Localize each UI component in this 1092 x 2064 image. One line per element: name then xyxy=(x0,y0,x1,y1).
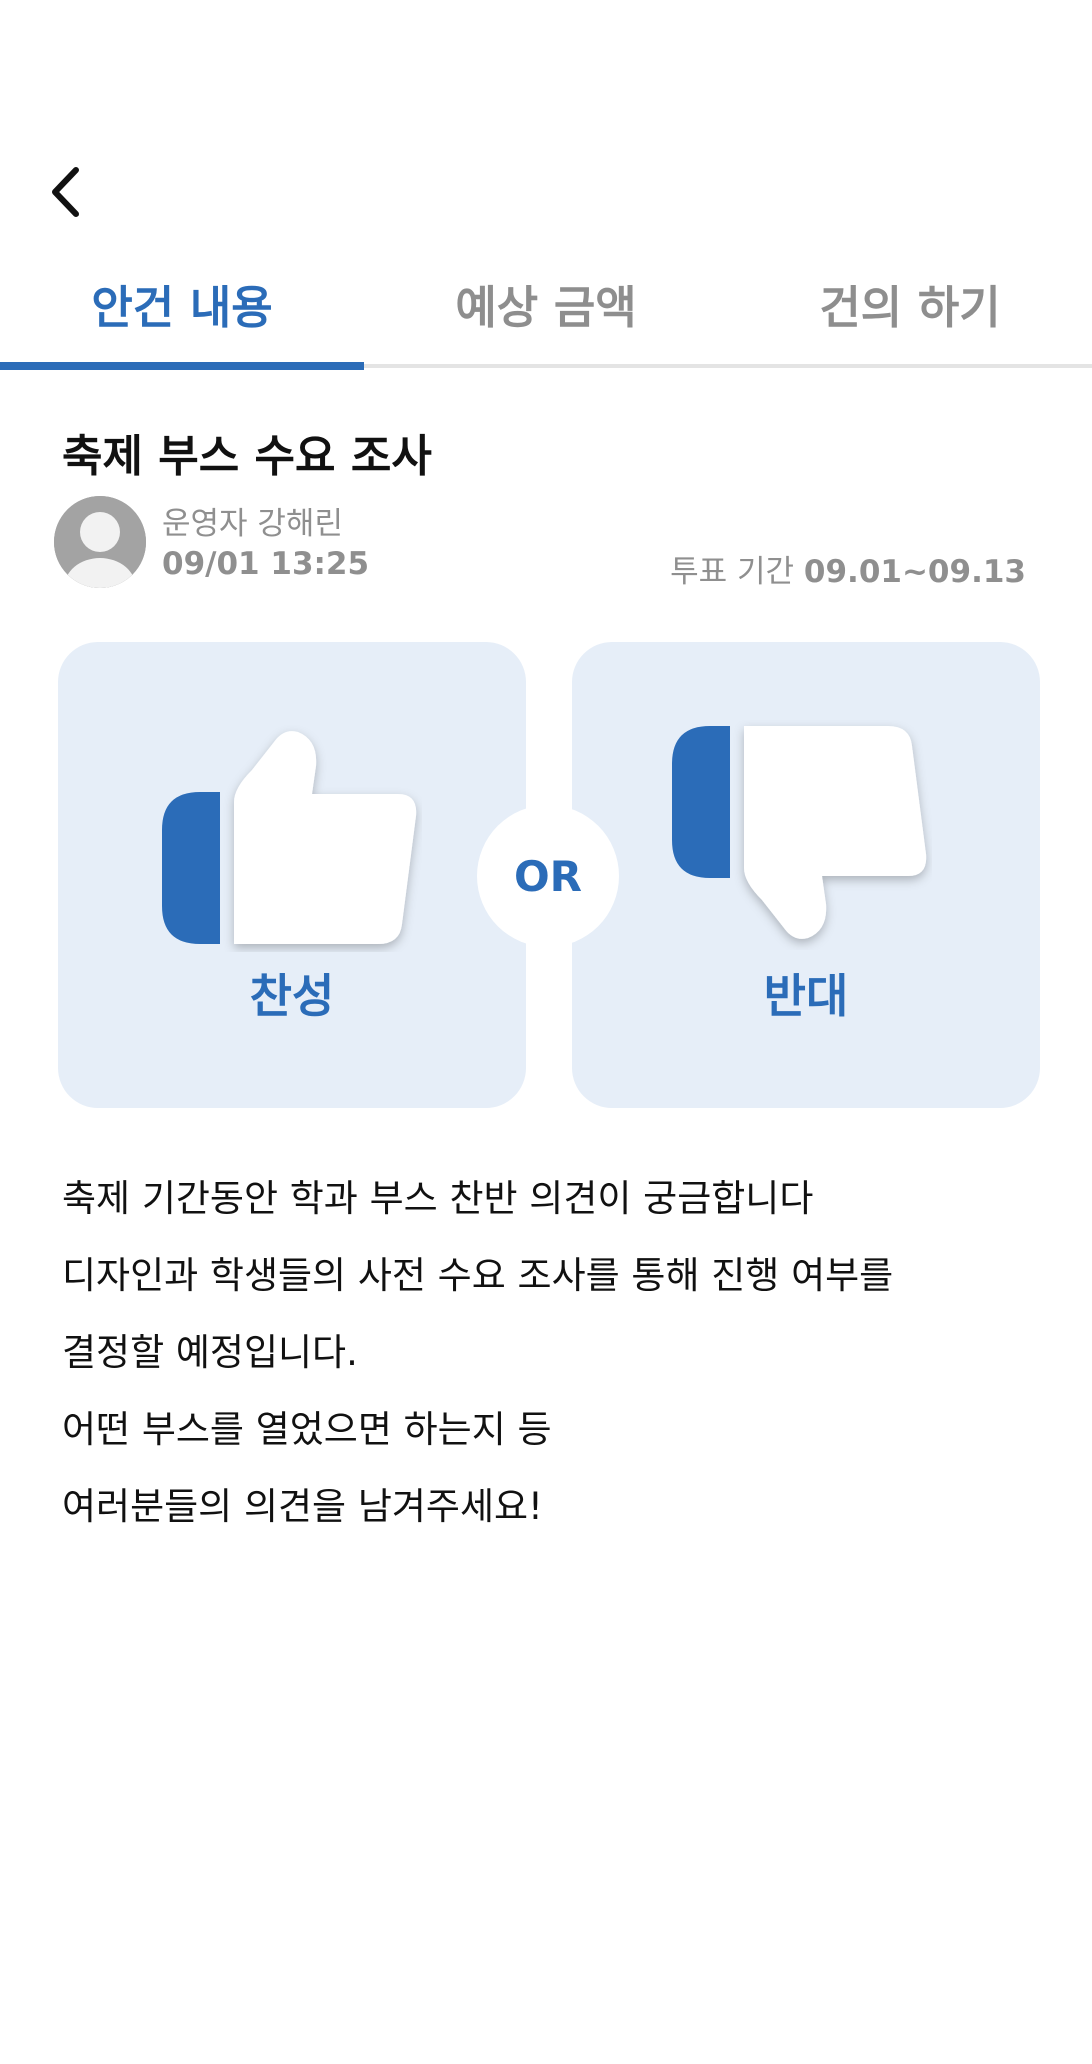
tab-bar: 안건 내용 예상 금액 건의 하기 xyxy=(0,262,1092,372)
author-avatar xyxy=(54,496,146,588)
vote-period: 투표 기간 09.01~09.13 xyxy=(670,546,1026,591)
post-title: 축제 부스 수요 조사 xyxy=(62,431,432,482)
body-line: 어떤 부스를 열었으면 하는지 등 xyxy=(62,1408,552,1451)
thumbs-up-icon xyxy=(162,731,417,944)
user-avatar-icon xyxy=(54,496,146,588)
or-divider: OR xyxy=(477,805,619,947)
tab-agenda-content[interactable]: 안건 내용 xyxy=(0,262,364,354)
vote-period-dates: 09.01~09.13 xyxy=(803,554,1026,590)
agree-vote-card[interactable]: 찬성 xyxy=(58,642,526,1108)
body-line: 결정할 예정입니다. xyxy=(62,1331,358,1374)
disagree-vote-card[interactable]: 반대 xyxy=(572,642,1040,1108)
screen: 안건 내용 예상 금액 건의 하기 축제 부스 수요 조사 운영자 강해린 09… xyxy=(0,0,1092,2064)
tab-suggestion[interactable]: 건의 하기 xyxy=(728,262,1092,354)
vote-period-label: 투표 기간 xyxy=(670,554,795,590)
body-line: 여러분들의 의견을 남겨주세요! xyxy=(62,1485,543,1528)
chevron-left-icon xyxy=(52,167,79,217)
body-line: 디자인과 학생들의 사전 수요 조사를 통해 진행 여부를 xyxy=(62,1254,894,1297)
body-line: 축제 기간동안 학과 부스 찬반 의견이 궁금합니다 xyxy=(62,1177,814,1220)
disagree-label: 반대 xyxy=(763,969,849,1023)
agree-label: 찬성 xyxy=(249,969,335,1023)
author-name: 운영자 강해린 xyxy=(162,506,343,542)
tab-active-indicator xyxy=(0,362,364,370)
post-body: 축제 기간동안 학과 부스 찬반 의견이 궁금합니다 디자인과 학생들의 사전 … xyxy=(62,1160,1042,1545)
tab-estimated-cost[interactable]: 예상 금액 xyxy=(364,262,728,354)
posted-timestamp: 09/01 13:25 xyxy=(162,546,370,582)
back-button[interactable] xyxy=(38,160,92,224)
thumbs-down-icon xyxy=(672,726,927,939)
